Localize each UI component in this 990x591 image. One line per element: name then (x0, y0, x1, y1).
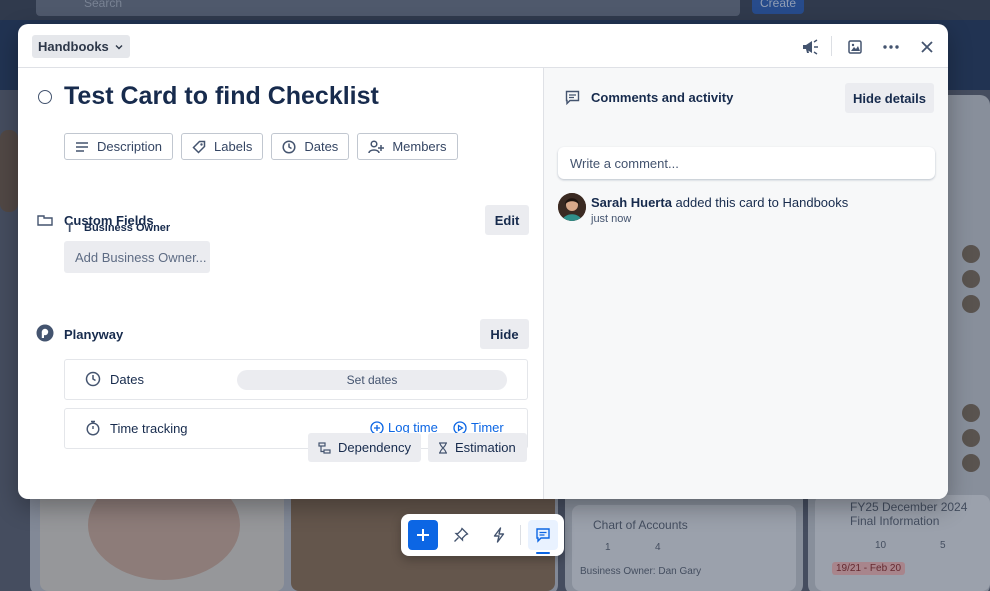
activity-pane: Comments and activity Hide details Write… (544, 68, 948, 499)
text-field-icon: T (66, 221, 74, 235)
edit-custom-fields-button[interactable]: Edit (485, 205, 529, 235)
estimation-button[interactable]: Estimation (428, 433, 527, 462)
planyway-dates-row: Dates Set dates (64, 359, 528, 400)
lightning-icon[interactable] (484, 520, 514, 550)
custom-fields-icon (37, 214, 53, 226)
comment-icon (565, 90, 580, 105)
tag-icon (192, 140, 206, 154)
labels-button[interactable]: Labels (181, 133, 264, 160)
close-icon[interactable] (914, 34, 940, 60)
dependency-icon (318, 441, 331, 454)
chip-label: Members (392, 139, 447, 154)
activity-title: Comments and activity (591, 90, 734, 105)
clock-icon (282, 139, 296, 154)
hourglass-icon (439, 441, 447, 454)
card-detail-modal: Handbooks Test Card to find Checklist De… (18, 24, 948, 499)
card-action-chips: Description Labels Dates Members (64, 133, 458, 160)
time-tracking-label: Time tracking (110, 421, 188, 436)
members-button[interactable]: Members (357, 133, 458, 160)
more-icon[interactable] (878, 34, 904, 60)
description-icon (76, 141, 88, 152)
chevron-down-icon (115, 44, 123, 49)
complete-toggle[interactable] (38, 90, 52, 104)
pin-icon[interactable] (446, 520, 476, 550)
chip-label: Description (97, 139, 163, 154)
dates-button[interactable]: Dates (271, 133, 350, 160)
list-selector[interactable]: Handbooks (32, 35, 130, 58)
megaphone-icon[interactable] (797, 34, 823, 60)
estimation-label: Estimation (455, 440, 516, 455)
dependency-label: Dependency (338, 440, 411, 455)
set-dates-button[interactable]: Set dates (237, 370, 507, 390)
hide-planyway-button[interactable]: Hide (480, 319, 529, 349)
floating-toolbar (401, 514, 564, 556)
clock-icon (85, 371, 101, 392)
plus-icon (417, 529, 429, 541)
planyway-title: Planyway (64, 327, 124, 342)
image-icon[interactable] (842, 34, 868, 60)
chip-label: Dates (304, 139, 339, 154)
chip-label: Labels (214, 139, 253, 154)
dependency-button[interactable]: Dependency (308, 433, 421, 462)
comment-input[interactable]: Write a comment... (558, 147, 935, 179)
comments-toggle-button[interactable] (528, 520, 558, 554)
active-indicator (536, 552, 550, 554)
modal-header: Handbooks (18, 24, 948, 68)
comment-icon (536, 528, 550, 543)
planyway-logo-icon (36, 324, 54, 342)
activity-action: added this card to Handbooks (671, 195, 849, 210)
list-name: Handbooks (38, 39, 109, 54)
activity-user[interactable]: Sarah Huerta (591, 195, 672, 210)
activity-entry: Sarah Huerta added this card to Handbook… (591, 195, 848, 210)
card-title[interactable]: Test Card to find Checklist (64, 82, 379, 111)
toolbar-divider (520, 525, 521, 545)
card-main-pane: Test Card to find Checklist Description … (18, 68, 543, 499)
stopwatch-icon (85, 420, 101, 441)
business-owner-input[interactable]: Add Business Owner... (64, 241, 210, 273)
dates-label: Dates (110, 372, 144, 387)
hide-details-button[interactable]: Hide details (845, 83, 934, 113)
add-member-icon (368, 139, 385, 153)
header-divider (831, 36, 832, 56)
avatar[interactable] (558, 193, 586, 221)
description-button[interactable]: Description (64, 133, 174, 160)
add-button[interactable] (408, 520, 438, 550)
custom-field-label: Business Owner (84, 222, 171, 234)
activity-timestamp[interactable]: just now (591, 213, 631, 225)
